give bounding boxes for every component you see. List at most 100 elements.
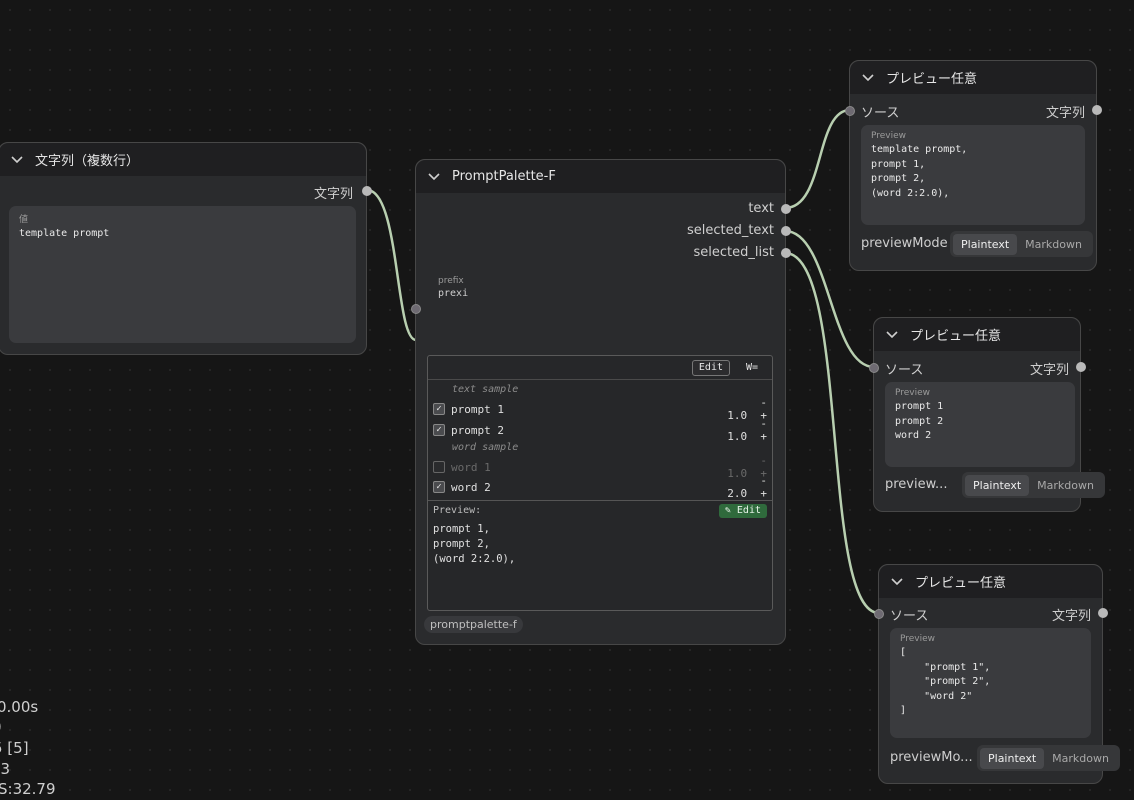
preview-text: prompt 1, prompt 2, (word 2:2.0),	[433, 523, 516, 565]
node-title: 文字列（複数行）	[35, 154, 140, 169]
preview-label: Preview	[871, 131, 907, 141]
node-header[interactable]: プレビュー任意	[879, 565, 1102, 598]
stats-line: 0.00s	[0, 698, 39, 716]
minus-button[interactable]: -	[760, 417, 767, 430]
output-selected-text-dot[interactable]	[781, 226, 791, 236]
checkbox-checked[interactable]: ✓	[433, 424, 445, 436]
node-title: プレビュー任意	[886, 72, 978, 87]
preview-label: Preview	[900, 634, 936, 644]
field-label: 値	[19, 215, 29, 225]
preview-node-3[interactable]: プレビュー任意 ソース 文字列 Preview [ "prompt 1", "p…	[874, 564, 1120, 784]
weight-control[interactable]: - 2.0 +	[707, 474, 767, 500]
preview-edit-button[interactable]: ✎ Edit	[718, 504, 767, 518]
output-dot[interactable]	[362, 186, 372, 196]
preview-text: prompt 1 prompt 2 word 2	[895, 401, 944, 441]
list-item[interactable]: ✓ word 2 - 2.0 +	[433, 474, 767, 500]
markdown-option[interactable]: Markdown	[1017, 234, 1090, 255]
group-label: text sample	[452, 384, 519, 395]
weight-control[interactable]: - 1.0 +	[707, 417, 767, 443]
node-header[interactable]: 文字列（複数行）	[0, 143, 366, 176]
output-dot[interactable]	[1076, 362, 1086, 372]
output-text-label: text	[748, 201, 774, 216]
input-dot[interactable]	[869, 363, 879, 373]
input-label: ソース	[861, 106, 900, 121]
output-text-dot[interactable]	[781, 204, 791, 214]
checkbox-unchecked[interactable]	[433, 461, 445, 473]
item-label: word 2	[451, 480, 491, 494]
wire-selected-list-to-preview3	[783, 251, 881, 615]
chevron-down-icon[interactable]	[884, 330, 900, 339]
preview-node-2[interactable]: プレビュー任意 ソース 文字列 Preview prompt 1 prompt …	[869, 317, 1105, 512]
plus-button[interactable]: +	[760, 430, 767, 443]
wire-text-to-prefix	[365, 188, 418, 342]
node-header[interactable]: プレビュー任意	[874, 318, 1080, 351]
stats-line: 5 [5]	[0, 739, 29, 757]
value-textarea[interactable]: 値 template prompt	[9, 206, 356, 343]
node-header[interactable]: PromptPalette-F	[416, 160, 785, 193]
chevron-down-icon[interactable]	[860, 73, 876, 82]
preview-mode-toggle[interactable]: Plaintext Markdown	[950, 231, 1093, 257]
edit-button[interactable]: Edit	[691, 360, 730, 376]
checkbox-checked[interactable]: ✓	[433, 403, 445, 415]
palette-toolbar: Edit W=	[428, 356, 772, 380]
chevron-down-icon[interactable]	[889, 577, 905, 586]
output-dot[interactable]	[1098, 608, 1108, 618]
preview-node-1[interactable]: プレビュー任意 ソース 文字列 Preview template prompt,…	[845, 60, 1102, 271]
prefix-input-dot[interactable]	[411, 304, 421, 314]
output-label: 文字列	[1029, 363, 1069, 378]
markdown-option[interactable]: Markdown	[1044, 748, 1117, 769]
input-dot[interactable]	[874, 609, 884, 619]
item-label: word 1	[451, 460, 491, 474]
list-item[interactable]: ✓ prompt 2 - 1.0 +	[433, 417, 767, 443]
output-dot[interactable]	[1092, 105, 1102, 115]
output-label: 文字列	[1045, 106, 1085, 121]
preview-box: Preview prompt 1 prompt 2 word 2	[885, 382, 1075, 467]
node-title: PromptPalette-F	[452, 169, 556, 184]
item-label: prompt 1	[451, 402, 504, 416]
plus-button[interactable]: +	[760, 487, 767, 500]
output-selected-text-label: selected_text	[686, 223, 774, 238]
chevron-down-icon[interactable]	[9, 155, 25, 164]
input-label: ソース	[890, 609, 929, 624]
weight-value: 2.0	[727, 487, 748, 500]
divider	[428, 500, 772, 501]
minus-button[interactable]: -	[760, 474, 767, 487]
stats-line: 13	[0, 760, 11, 778]
preview-mode-label: previewMode	[861, 236, 948, 251]
stats-line: 0	[0, 718, 2, 736]
prefix-label: prefix	[438, 276, 464, 286]
text-multiline-node[interactable]: 文字列（複数行） 文字列 値 template prompt	[0, 142, 372, 355]
plaintext-option[interactable]: Plaintext	[953, 233, 1018, 255]
preview-box: Preview template prompt, prompt 1, promp…	[861, 125, 1085, 225]
node-header[interactable]: プレビュー任意	[850, 61, 1096, 94]
preview-mode-toggle[interactable]: Plaintext Markdown	[977, 745, 1120, 771]
prefix-value: prexi	[438, 288, 469, 299]
wire-text-to-preview1	[783, 108, 852, 210]
node-tag: promptpalette-f	[424, 616, 523, 633]
input-label: ソース	[885, 363, 924, 378]
minus-button[interactable]: -	[760, 396, 767, 409]
preview-text: [ "prompt 1", "prompt 2", "word 2" ]	[900, 647, 991, 716]
field-value: template prompt	[19, 228, 110, 239]
node-title: プレビュー任意	[915, 576, 1007, 591]
weight-toggle-button[interactable]: W=	[746, 362, 758, 373]
weight-value: 1.0	[727, 430, 748, 443]
preview-mode-label: preview...	[885, 477, 948, 492]
preview-label: Preview	[895, 388, 931, 398]
preview-mode-toggle[interactable]: Plaintext Markdown	[962, 472, 1105, 498]
preview-label: Preview:	[433, 505, 482, 516]
list-item[interactable]: ✓ prompt 1 - 1.0 +	[433, 396, 767, 422]
checkbox-checked[interactable]: ✓	[433, 481, 445, 493]
output-selected-list-dot[interactable]	[781, 248, 791, 258]
markdown-option[interactable]: Markdown	[1029, 475, 1102, 496]
preview-text: template prompt, prompt 1, prompt 2, (wo…	[871, 144, 968, 199]
plaintext-option[interactable]: Plaintext	[965, 474, 1030, 496]
chevron-down-icon[interactable]	[426, 172, 442, 181]
stats-line: S:32.79	[0, 780, 56, 798]
output-label: 文字列	[313, 187, 353, 202]
input-dot[interactable]	[845, 106, 855, 116]
preview-mode-label: previewMo...	[890, 750, 973, 765]
minus-button[interactable]: -	[760, 454, 767, 467]
prompt-palette-widget[interactable]: Edit W= text sample ✓ prompt 1 - 1.0 + ✓…	[427, 355, 773, 611]
plaintext-option[interactable]: Plaintext	[980, 747, 1045, 769]
